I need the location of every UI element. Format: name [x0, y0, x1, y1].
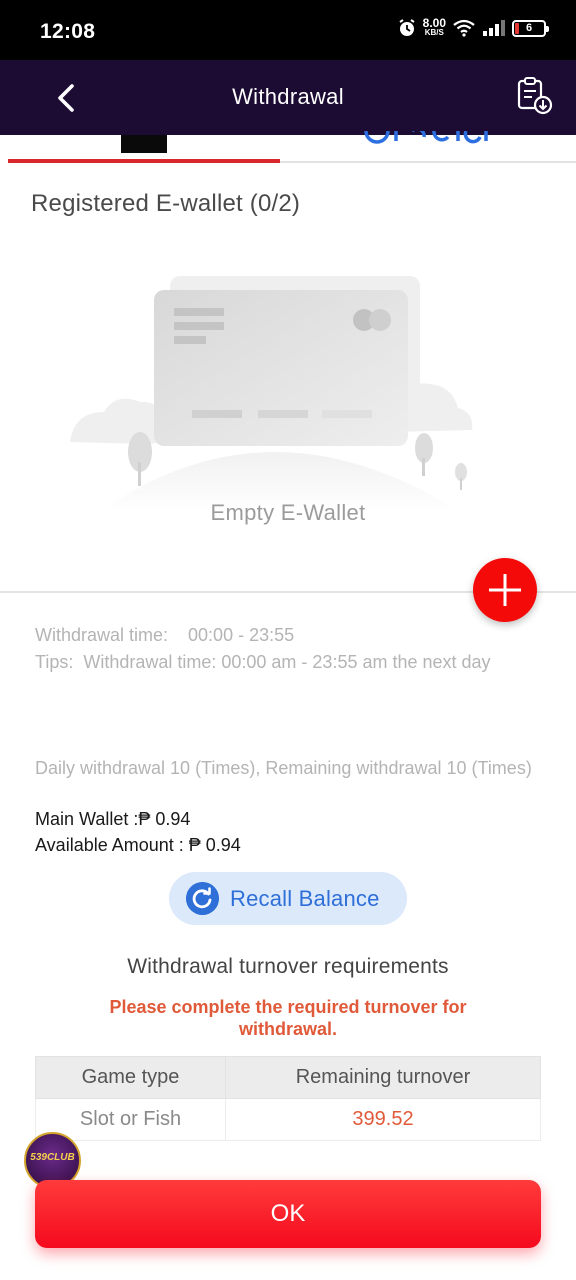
turnover-title: Withdrawal turnover requirements	[127, 955, 449, 978]
empty-wallet-illustration	[70, 276, 473, 512]
battery-level	[515, 22, 519, 34]
ok-button[interactable]: OK	[35, 1180, 541, 1248]
net-speed: 8.00 KB/S	[422, 16, 446, 37]
net-speed-unit: KB/S	[424, 28, 444, 37]
withdrawal-record-icon[interactable]	[516, 76, 554, 116]
recall-balance-button[interactable]: Recall Balance	[169, 872, 407, 925]
ewallet-tabs	[0, 131, 576, 165]
turnover-table: Game type Remaining turnover Slot or Fis…	[35, 1056, 541, 1141]
main-wallet-text: Main Wallet :₱ 0.94	[35, 809, 191, 829]
tab-ewallet-a[interactable]	[121, 135, 167, 153]
withdrawal-tips-text: Tips: Withdrawal time: 00:00 am - 23:55 …	[35, 652, 491, 672]
club-logo-text: 539CLUB	[30, 1152, 75, 1163]
table-row: Slot or Fish 399.52	[35, 1098, 541, 1141]
add-ewallet-button[interactable]	[473, 558, 537, 622]
wifi-icon	[453, 19, 475, 37]
recall-balance-label: Recall Balance	[230, 886, 380, 911]
page-title: Withdrawal	[232, 84, 344, 109]
status-time: 12:08	[40, 20, 96, 43]
daily-withdrawal-text: Daily withdrawal 10 (Times), Remaining w…	[35, 758, 532, 778]
refresh-icon	[186, 882, 219, 915]
tab-divider	[280, 161, 576, 163]
turnover-warning: Please complete the required turnover fo…	[109, 997, 467, 1039]
cell-remaining-turnover: 399.52	[225, 1098, 541, 1141]
withdrawal-time-text: Withdrawal time: 00:00 - 23:55	[35, 625, 295, 645]
status-bar: 12:08 8.00 KB/S 6	[0, 0, 576, 60]
app-header: Withdrawal	[0, 60, 576, 135]
empty-state-text: Empty E-Wallet	[210, 500, 366, 525]
status-icons: 8.00 KB/S 6	[397, 16, 549, 38]
net-speed-value: 8.00	[422, 16, 446, 30]
registered-ewallet-title: Registered E-wallet (0/2)	[31, 190, 301, 217]
battery-percent: 6	[525, 22, 533, 34]
header-game-type: Game type	[35, 1056, 226, 1099]
signal-icon	[483, 20, 505, 36]
alarm-icon	[399, 19, 415, 36]
available-amount-text: Available Amount : ₱ 0.94	[35, 835, 241, 855]
tab-active-indicator	[8, 159, 280, 163]
header-remaining-turnover: Remaining turnover	[225, 1056, 541, 1099]
tab-ewallet-b[interactable]	[362, 131, 502, 145]
table-header-row: Game type Remaining turnover	[35, 1056, 541, 1099]
battery-icon: 6	[512, 19, 549, 37]
